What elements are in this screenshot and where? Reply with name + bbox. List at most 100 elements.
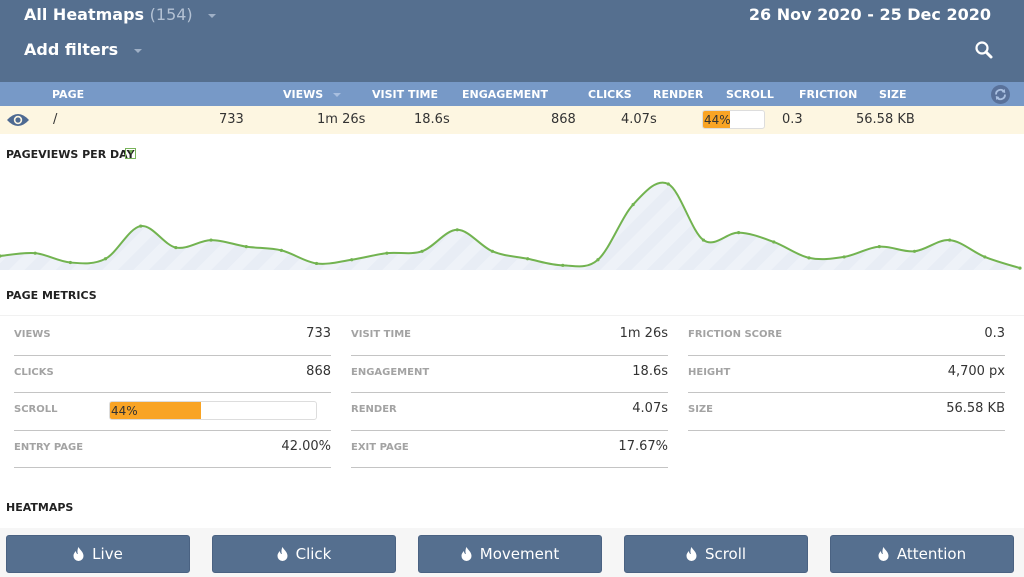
metric-value: 18.6s [632,363,668,379]
chart-point[interactable]: 25 Dec: 2 [1018,266,1022,270]
chart-point[interactable]: 23 Dec: 32 [948,238,952,242]
click-heatmap-button[interactable]: Click [212,535,396,573]
chart-point[interactable]: 11 Dec: 12 [525,257,530,261]
chevron-down-icon [208,13,217,18]
metric-label: ENGAGEMENT [351,366,430,378]
add-filters-dropdown[interactable]: Add filters [24,40,142,59]
chart-point[interactable]: 30 Nov: 47 [139,224,143,228]
chart-point[interactable]: 3 Dec: 25 [244,245,248,249]
metrics-column-3: FRICTION SCORE 0.3 HEIGHT 4,700 px SIZE … [688,318,1005,431]
column-header-engagement[interactable]: ENGAGEMENT [462,88,548,101]
row-scroll-value: 44% [704,113,731,127]
metric-size: SIZE 56.58 KB [688,393,1005,431]
metric-label: SIZE [688,404,714,415]
metrics-column-2: VISIT TIME 1m 26s ENGAGEMENT 18.6s RENDE… [351,318,668,468]
metric-height: HEIGHT 4,700 px [688,356,1005,393]
metric-label: SCROLL [14,404,58,415]
button-label: Scroll [704,545,747,563]
metric-entry-page: ENTRY PAGE 42.00% [14,431,331,468]
row-page[interactable]: / [53,112,57,127]
column-header-size[interactable]: SIZE [879,88,907,101]
column-header-page[interactable]: PAGE [52,88,84,101]
flame-icon [686,547,697,561]
metric-label: EXIT PAGE [351,441,409,453]
metric-label: CLICKS [14,366,54,378]
chart-point[interactable]: 2 Dec: 32 [209,238,213,242]
metric-label: HEIGHT [688,366,731,378]
column-header-views[interactable]: VIEWS [283,88,342,101]
metrics-column-1: VIEWS 733 CLICKS 868 SCROLL 44% ENTRY PA… [14,318,331,468]
chart-point[interactable]: 16 Dec: 32 [701,238,706,242]
chart-point[interactable]: 1 Dec: 24 [174,245,178,250]
metric-value: 733 [306,326,331,341]
heatmaps-selector[interactable]: All Heatmaps (154) [24,5,217,24]
chart-point[interactable]: 20 Dec: 14 [842,255,846,259]
chart-point[interactable]: 6 Dec: 11 [350,258,354,262]
metric-value: 4.07s [632,401,668,416]
flame-icon [878,547,889,561]
heatmaps-count: (154) [149,5,193,24]
metric-friction-score: FRICTION SCORE 0.3 [688,318,1005,356]
eye-icon[interactable] [6,112,30,128]
metric-views: VIEWS 733 [14,318,331,356]
chart-point[interactable]: 18 Dec: 30 [772,240,776,244]
sort-desc-icon [333,93,342,97]
scroll-depth-bar: 44% [109,401,317,420]
row-clicks: 868 [551,112,576,127]
add-filters-label: Add filters [24,40,119,59]
metric-engagement: ENGAGEMENT 18.6s [351,356,668,393]
metric-label: ENTRY PAGE [14,441,84,453]
column-header-clicks[interactable]: CLICKS [588,88,632,101]
chart-point[interactable]: 9 Dec: 43 [455,228,459,232]
flame-icon [277,547,288,561]
table-row[interactable]: / 733 1m 26s 18.6s 868 4.07s 44% 0.3 56.… [0,106,1024,134]
chart-point[interactable]: 22 Dec: 20 [912,249,917,253]
chart-point[interactable]: 24 Dec: 14 [983,255,987,259]
metric-visit-time: VISIT TIME 1m 26s [351,318,668,356]
chart-point[interactable]: 10 Dec: 20 [490,249,495,253]
movement-heatmap-button[interactable]: Movement [418,535,602,573]
chart-point[interactable]: 19 Dec: 13 [807,256,811,260]
column-header-friction[interactable]: FRICTION [799,88,857,101]
metric-label: VISIT TIME [351,329,412,340]
column-header-scroll[interactable]: SCROLL [726,88,774,101]
flame-icon [73,547,84,561]
row-scroll-bar: 44% [702,110,765,129]
metric-value: 1m 26s [619,326,668,341]
button-label: Attention [896,545,967,563]
chart-point[interactable]: 29 Nov: 12 [103,257,108,261]
live-heatmap-button[interactable]: Live [6,535,190,573]
download-icon[interactable] [125,148,136,159]
column-header-visit-time[interactable]: VISIT TIME [372,88,438,101]
chart-point[interactable]: 28 Nov: 8 [68,260,72,265]
chart-point[interactable]: 17 Dec: 40 [737,231,741,235]
chart-point[interactable]: 5 Dec: 7 [314,261,319,266]
search-icon[interactable] [974,40,994,60]
row-views: 733 [219,112,244,127]
date-range-picker[interactable]: 26 Nov 2020 - 25 Dec 2020 [749,5,991,24]
row-friction: 0.3 [782,112,803,127]
pageviews-title: PAGEVIEWS PER DAY [6,148,135,161]
chart-point[interactable]: 14 Dec: 70 [631,202,635,207]
chart-point[interactable]: 8 Dec: 20 [420,249,424,253]
metric-exit-page: EXIT PAGE 17.67% [351,431,668,468]
chart-point[interactable]: 21 Dec: 25 [877,245,881,249]
chart-point[interactable]: 13 Dec: 11 [596,258,600,262]
chart-point[interactable]: 7 Dec: 18 [385,251,389,255]
metric-scroll: SCROLL 44% [14,393,331,431]
metric-value: 56.58 KB [946,401,1005,416]
row-render: 4.07s [621,112,657,127]
chart-point[interactable]: 15 Dec: 92 [666,182,670,186]
scroll-heatmap-button[interactable]: Scroll [624,535,808,573]
chart-point[interactable]: 4 Dec: 21 [279,248,283,252]
refresh-icon[interactable] [991,85,1010,104]
column-header-render[interactable]: RENDER [653,88,703,101]
metric-value: 0.3 [984,326,1005,341]
chart-point[interactable]: 27 Nov: 18 [33,251,37,255]
attention-heatmap-button[interactable]: Attention [830,535,1014,573]
page-metrics-title: PAGE METRICS [6,289,97,302]
metric-label: VIEWS [14,329,51,340]
metric-value: 4,700 px [947,363,1005,379]
chart-point[interactable]: 12 Dec: 5 [561,263,565,267]
heatmaps-title: HEATMAPS [6,501,74,514]
